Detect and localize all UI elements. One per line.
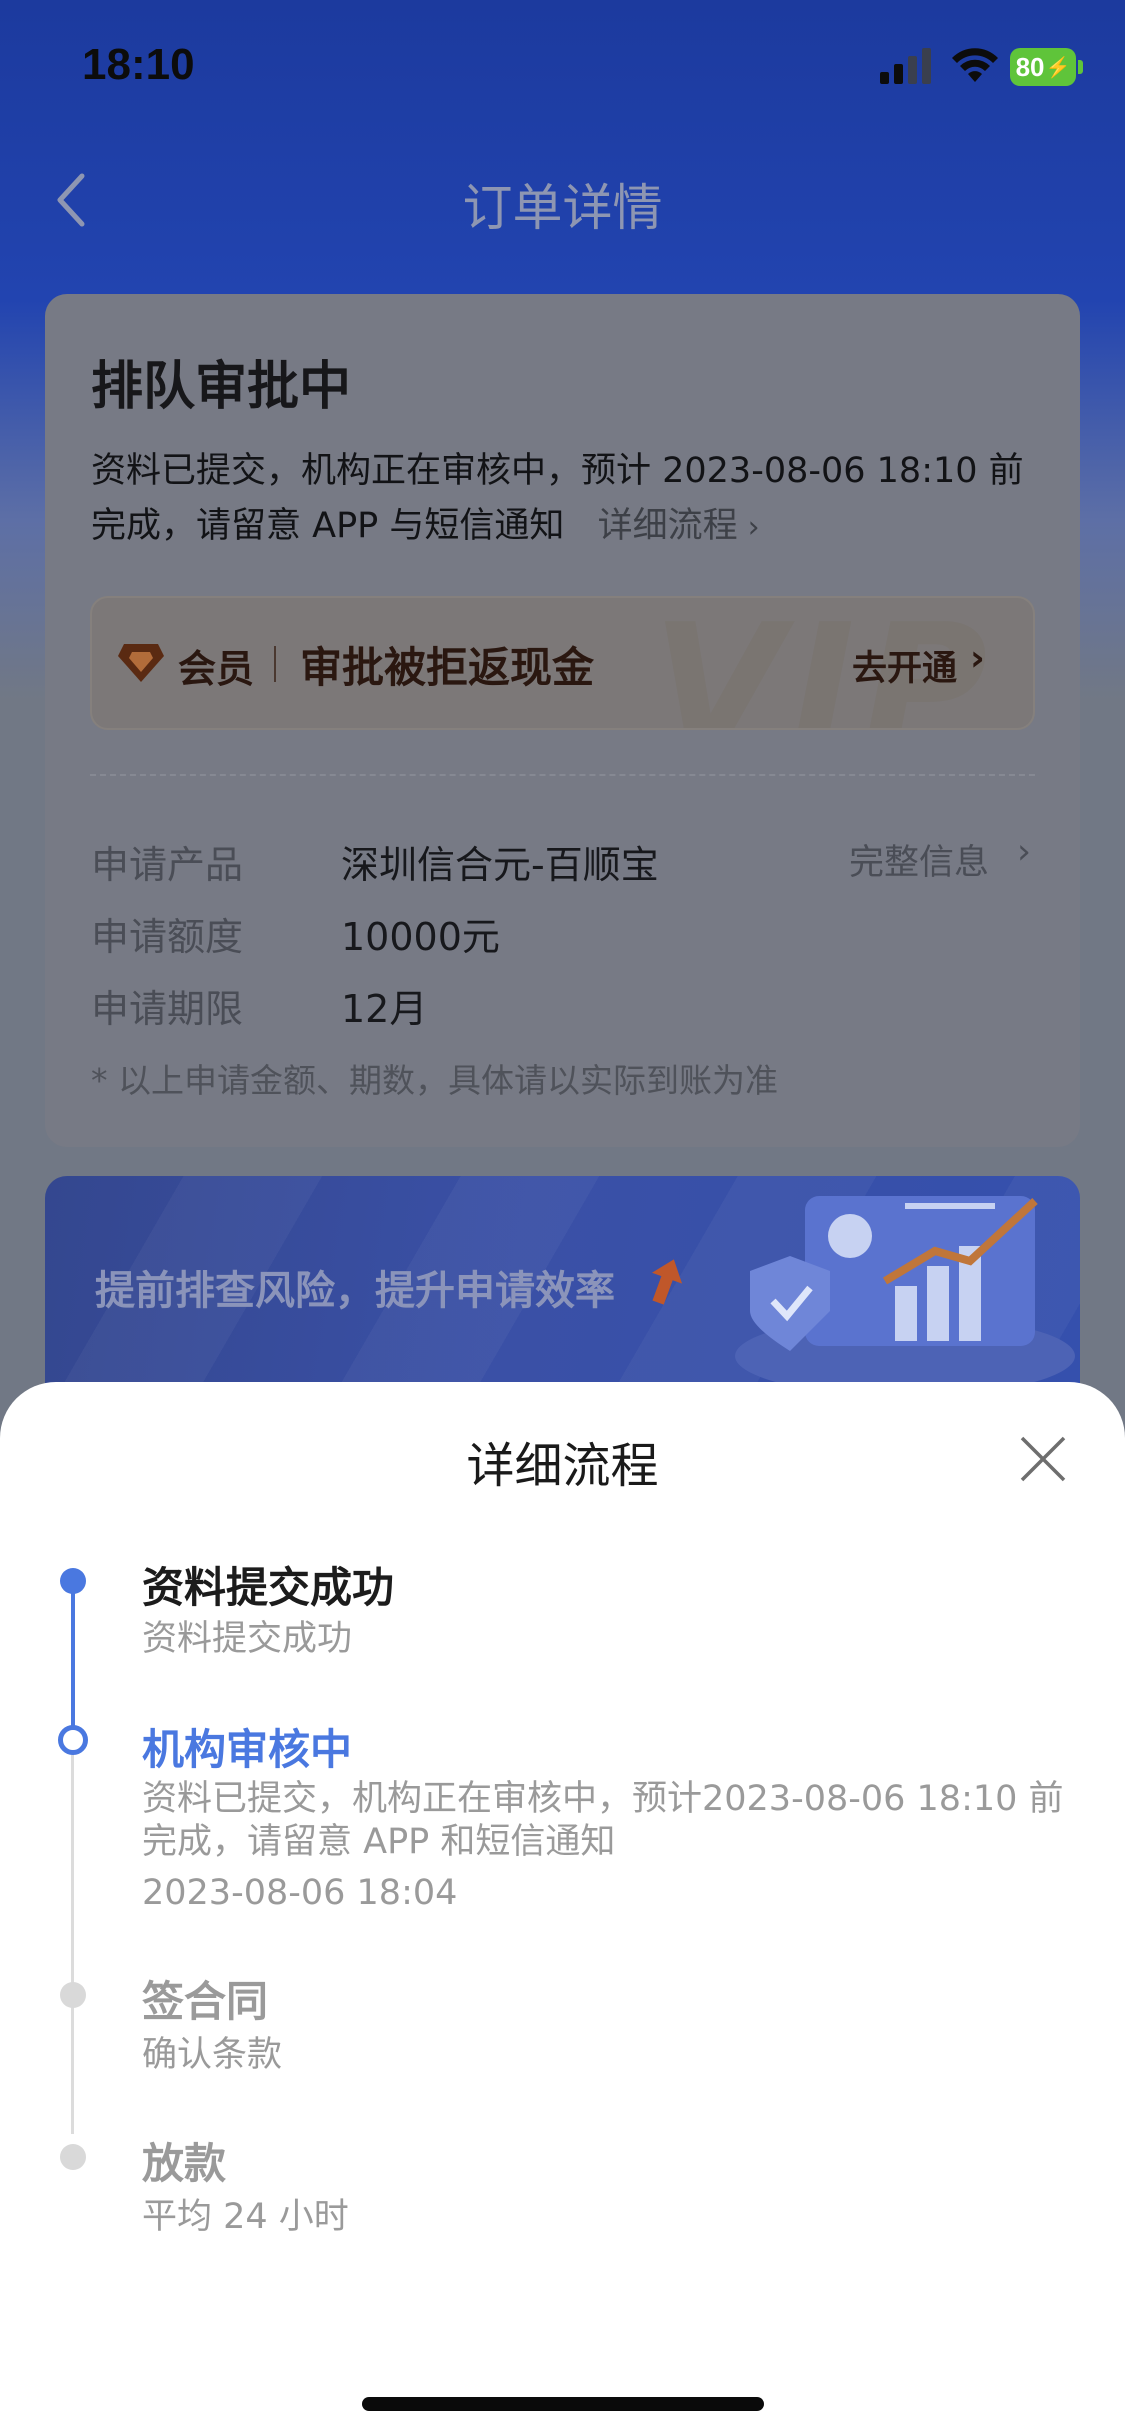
status-time: 18:10	[82, 40, 195, 89]
info-value: 12月	[341, 987, 428, 1031]
battery-icon: 80 ⚡	[1010, 48, 1083, 86]
step-dot-current	[58, 1725, 88, 1755]
step-title: 放款	[142, 2139, 227, 2188]
info-key: 申请额度	[91, 915, 244, 959]
vip-banner[interactable]: VIP 会员 审批被拒返现金 去开通 ›	[90, 596, 1035, 730]
chevron-right-icon: ›	[747, 510, 760, 545]
battery-level: 80 ⚡	[1010, 48, 1076, 86]
battery-percent: 80	[1015, 51, 1045, 82]
close-icon[interactable]	[1018, 1434, 1068, 1484]
step-title: 机构审核中	[142, 1725, 353, 1774]
status-bar: 18:10 80 ⚡	[0, 0, 1125, 140]
step-title: 签合同	[142, 1977, 269, 2026]
order-status-card: 排队审批中 资料已提交，机构正在审核中，预计 2023-08-06 18:10 …	[45, 294, 1080, 1147]
vip-open-button[interactable]: 去开通	[852, 640, 957, 691]
step-dot-pending	[60, 2144, 86, 2170]
step-desc: 平均 24 小时	[142, 2197, 349, 2237]
info-key: 申请期限	[91, 987, 244, 1031]
vip-text: 审批被拒返现金	[300, 643, 595, 692]
timeline-line-pending	[71, 1744, 74, 2134]
diamond-icon	[118, 644, 164, 682]
disclaimer-note: * 以上申请金额、期数，具体请以实际到账为准	[91, 1061, 778, 1100]
detail-process-link[interactable]: 详细流程	[598, 506, 738, 546]
page-title: 订单详情	[462, 179, 663, 237]
vip-label: 会员	[178, 647, 255, 691]
arrow-up-icon	[651, 1259, 683, 1305]
step-time: 2023-08-06 18:04	[142, 1873, 458, 1913]
chevron-right-icon: ›	[1017, 832, 1031, 872]
sheet-title: 详细流程	[466, 1438, 659, 1494]
promo-text: 提前排查风险，提升申请效率	[95, 1268, 615, 1314]
status-desc-text: 资料已提交，机构正在审核中，预计 2023-08-06 18:10 前完成，请留…	[91, 451, 1024, 546]
timeline-line-active	[71, 1582, 75, 1742]
step-desc: 确认条款	[142, 2035, 283, 2075]
promo-banner[interactable]: 提前排查风险，提升申请效率	[45, 1176, 1080, 1396]
vip-divider	[274, 646, 276, 682]
chevron-right-icon: ›	[970, 638, 985, 679]
status-title: 排队审批中	[91, 357, 352, 417]
process-sheet: 详细流程 资料提交成功 资料提交成功 机构审核中 资料已提交，机构正在审核中，预…	[0, 1382, 1125, 2436]
full-info-link[interactable]: 完整信息	[849, 834, 989, 885]
home-indicator[interactable]	[362, 2397, 764, 2411]
step-dot-done	[60, 1568, 86, 1594]
info-value: 10000元	[341, 915, 500, 959]
info-value: 深圳信合元-百顺宝	[341, 843, 659, 887]
signal-icon	[880, 48, 931, 84]
step-desc: 资料提交成功	[142, 1619, 353, 1659]
step-title: 资料提交成功	[142, 1563, 395, 1612]
step-dot-pending	[60, 1982, 86, 2008]
info-key: 申请产品	[91, 843, 244, 887]
step-desc: 资料已提交，机构正在审核中，预计2023-08-06 18:10 前完成，请留意…	[142, 1779, 1064, 1862]
wifi-icon	[952, 48, 998, 82]
dashed-divider	[90, 774, 1035, 776]
status-description: 资料已提交，机构正在审核中，预计 2023-08-06 18:10 前完成，请留…	[91, 444, 1051, 555]
battery-tip	[1078, 60, 1083, 74]
order-detail-screen: 18:10 80 ⚡ 订单详情 排队审批中 资料已提交，机构正在审核中，预计 20…	[0, 0, 1125, 2436]
nav-bar: 订单详情	[0, 150, 1125, 250]
chart-shield-illustration	[735, 1196, 1075, 1396]
